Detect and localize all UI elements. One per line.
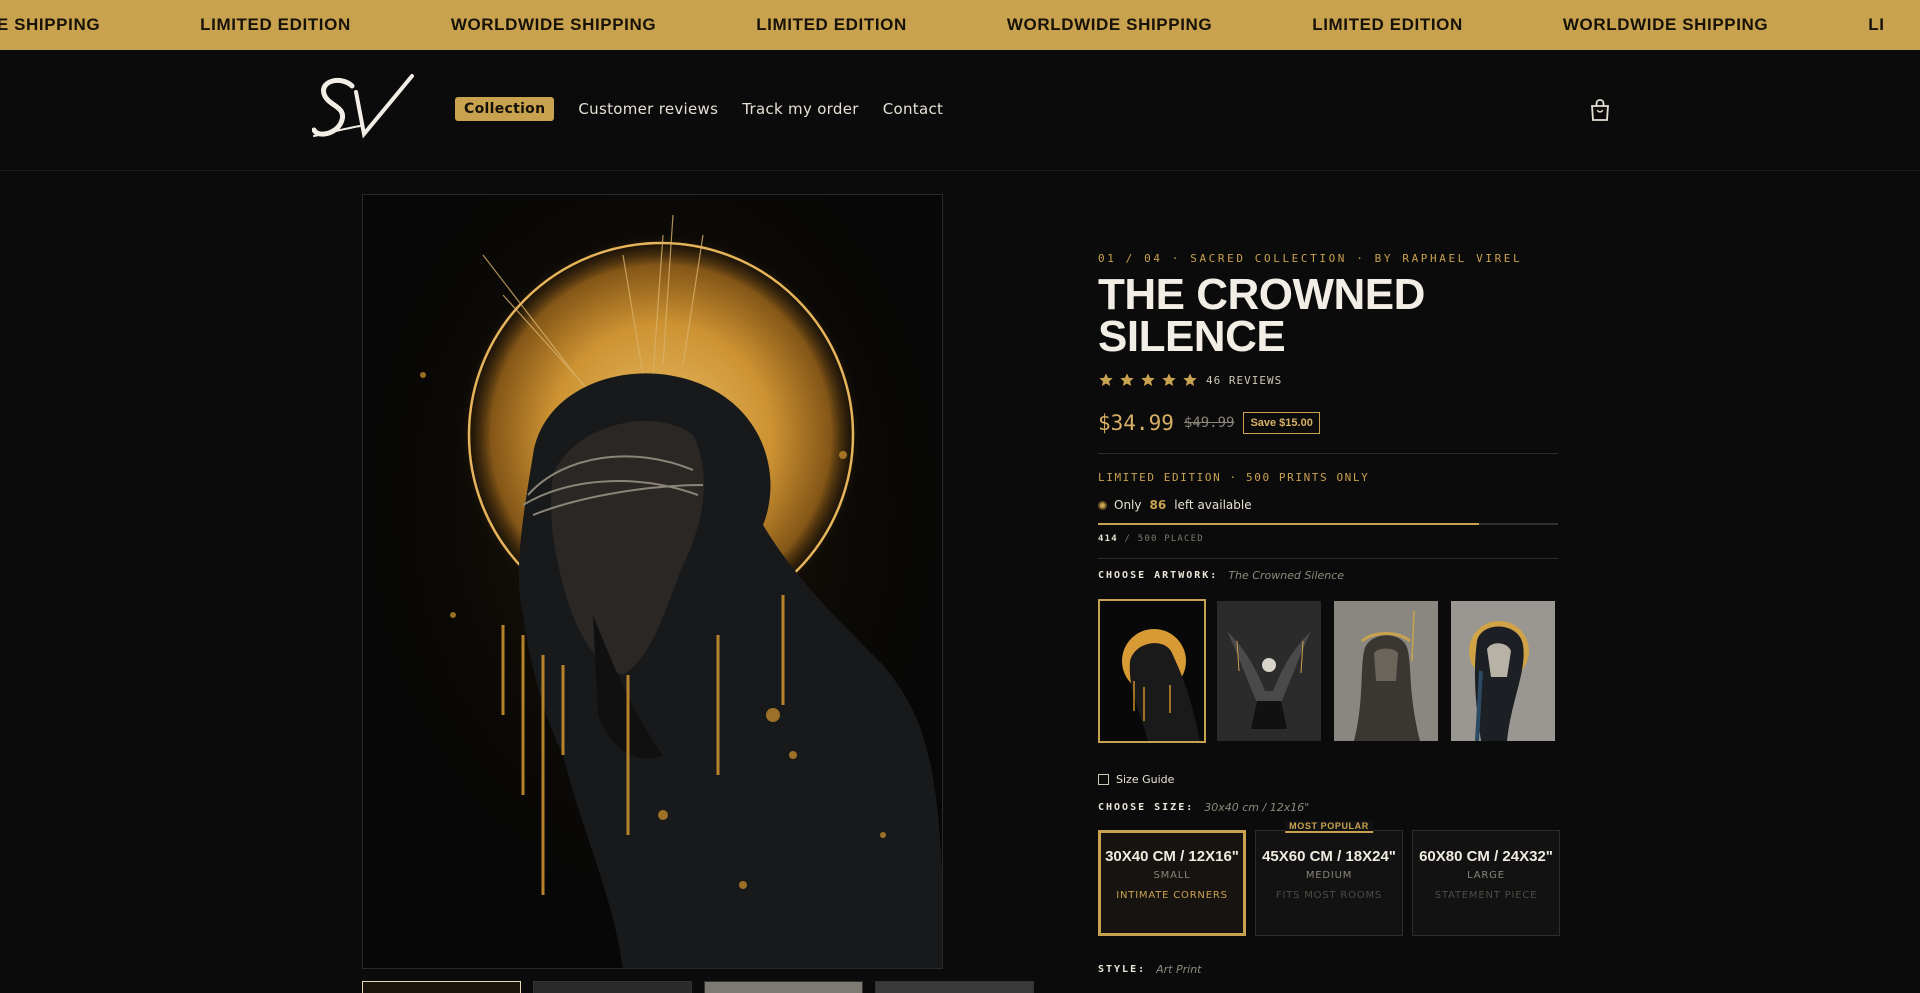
size-selector: 30X40 CM / 12X16" SMALL INTIMATE CORNERS… xyxy=(1098,821,1560,936)
marquee-item: LIMITED EDITION xyxy=(200,15,351,34)
star-icon xyxy=(1183,373,1197,386)
brand-logo[interactable] xyxy=(312,72,416,148)
choose-artwork-label: CHOOSE ARTWORK: xyxy=(1098,570,1219,581)
placed-number: 414 xyxy=(1098,534,1118,544)
size-option-small[interactable]: 30X40 CM / 12X16" SMALL INTIMATE CORNERS xyxy=(1098,830,1246,936)
gallery-thumbnail-3[interactable] xyxy=(704,981,863,993)
placed-total: / 500 PLACED xyxy=(1124,534,1204,544)
artwork-selector xyxy=(1098,599,1557,743)
size-description: STATEMENT PIECE xyxy=(1434,890,1538,901)
marquee-item: WORLDWIDE SHIPPING xyxy=(1006,15,1213,34)
choose-size-row: CHOOSE SIZE: 30x40 cm / 12x16" xyxy=(1098,801,1309,814)
choose-size-label: CHOOSE SIZE: xyxy=(1098,802,1195,813)
divider xyxy=(1098,558,1558,559)
ruler-icon xyxy=(1098,774,1109,785)
size-option-medium[interactable]: MOST POPULAR 45X60 CM / 18X24" MEDIUM FI… xyxy=(1255,821,1403,936)
price-row: $34.99 $49.99 Save $15.00 xyxy=(1098,411,1320,435)
review-count: 46 REVIEWS xyxy=(1206,373,1283,387)
star-icon xyxy=(1120,373,1134,386)
gallery-thumbnail-2[interactable] xyxy=(533,981,692,993)
size-guide-label: Size Guide xyxy=(1116,773,1175,786)
edition-progress-fill xyxy=(1098,523,1479,525)
price-current: $34.99 xyxy=(1098,411,1174,435)
nav-collection[interactable]: Collection xyxy=(455,97,555,121)
gallery-thumbnails xyxy=(362,981,1034,993)
gallery-thumbnail-4[interactable] xyxy=(875,981,1034,993)
announcement-marquee: WIDE SHIPPING LIMITED EDITION WORLDWIDE … xyxy=(0,0,1920,50)
nav-track-order[interactable]: Track my order xyxy=(742,100,858,118)
artwork-thumb-madonna xyxy=(1451,601,1555,741)
star-icon xyxy=(1162,373,1176,386)
artwork-option-2[interactable] xyxy=(1215,599,1323,743)
marquee-track: WIDE SHIPPING LIMITED EDITION WORLDWIDE … xyxy=(0,0,1920,50)
edition-progress-bar xyxy=(1098,523,1558,525)
marquee-item: LIMITED EDITION xyxy=(1312,15,1463,34)
artwork-option-3[interactable] xyxy=(1332,599,1440,743)
style-label: STYLE: xyxy=(1098,964,1147,975)
size-name: 45X60 CM / 18X24" xyxy=(1262,848,1396,865)
size-tier: MEDIUM xyxy=(1305,870,1353,881)
divider xyxy=(1098,453,1558,454)
style-value: Art Print xyxy=(1156,963,1202,976)
product-eyebrow: 01 / 04 · SACRED COLLECTION · BY RAPHAEL… xyxy=(1098,252,1523,265)
shopping-bag-icon[interactable] xyxy=(1589,98,1611,122)
marquee-item: LI xyxy=(1868,15,1885,34)
site-header: Collection Customer reviews Track my ord… xyxy=(0,50,1920,171)
size-option-large[interactable]: 60X80 CM / 24X32" LARGE STATEMENT PIECE xyxy=(1412,830,1560,936)
nav-customer-reviews[interactable]: Customer reviews xyxy=(578,100,718,118)
nav-contact[interactable]: Contact xyxy=(883,100,943,118)
size-tier: SMALL xyxy=(1153,870,1191,881)
product-rating[interactable]: 46 REVIEWS xyxy=(1098,372,1282,388)
star-icon xyxy=(1099,373,1113,386)
size-tier: LARGE xyxy=(1467,870,1505,881)
marquee-item: WIDE SHIPPING xyxy=(0,15,101,34)
stock-count: 86 xyxy=(1149,498,1167,512)
stock-indicator-icon xyxy=(1098,500,1107,510)
size-name: 60X80 CM / 24X32" xyxy=(1419,848,1553,865)
size-name: 30X40 CM / 12X16" xyxy=(1105,848,1239,865)
save-badge: Save $15.00 xyxy=(1243,412,1320,434)
stock-suffix: left available xyxy=(1174,498,1252,512)
stock-prefix: Only xyxy=(1114,498,1142,512)
artwork-thumb-jesus-crown xyxy=(1334,601,1438,741)
star-icon xyxy=(1141,373,1155,386)
artwork-thumb-angel xyxy=(1217,601,1321,741)
size-guide-link[interactable]: Size Guide xyxy=(1098,773,1174,786)
limited-edition-label: LIMITED EDITION · 500 PRINTS ONLY xyxy=(1098,471,1370,484)
stock-status: Only 86 left available xyxy=(1098,498,1252,512)
marquee-item: WORLDWIDE SHIPPING xyxy=(1562,15,1769,34)
price-original: $49.99 xyxy=(1183,415,1235,431)
choose-size-value: 30x40 cm / 12x16" xyxy=(1204,801,1310,814)
main-nav: Collection Customer reviews Track my ord… xyxy=(455,97,943,121)
marquee-item: WORLDWIDE SHIPPING xyxy=(450,15,657,34)
style-row: STYLE: Art Print xyxy=(1098,963,1201,976)
choose-artwork-row: CHOOSE ARTWORK: The Crowned Silence xyxy=(1098,569,1344,582)
choose-artwork-value: The Crowned Silence xyxy=(1228,569,1345,582)
product-main-image[interactable] xyxy=(362,194,943,969)
size-description: FITS MOST ROOMS xyxy=(1275,890,1383,901)
marquee-item: LIMITED EDITION xyxy=(756,15,907,34)
most-popular-badge: MOST POPULAR xyxy=(1285,821,1373,833)
product-title: THE CROWNED SILENCE xyxy=(1098,270,1425,361)
gallery-thumbnail-1[interactable] xyxy=(362,981,521,993)
artwork-crowned-silence xyxy=(363,195,942,968)
placed-count: 414 / 500 PLACED xyxy=(1098,534,1204,544)
artwork-option-4[interactable] xyxy=(1449,599,1557,743)
artwork-thumb-crowned-silence xyxy=(1100,601,1204,741)
artwork-option-1[interactable] xyxy=(1098,599,1206,743)
size-description: INTIMATE CORNERS xyxy=(1116,890,1228,901)
